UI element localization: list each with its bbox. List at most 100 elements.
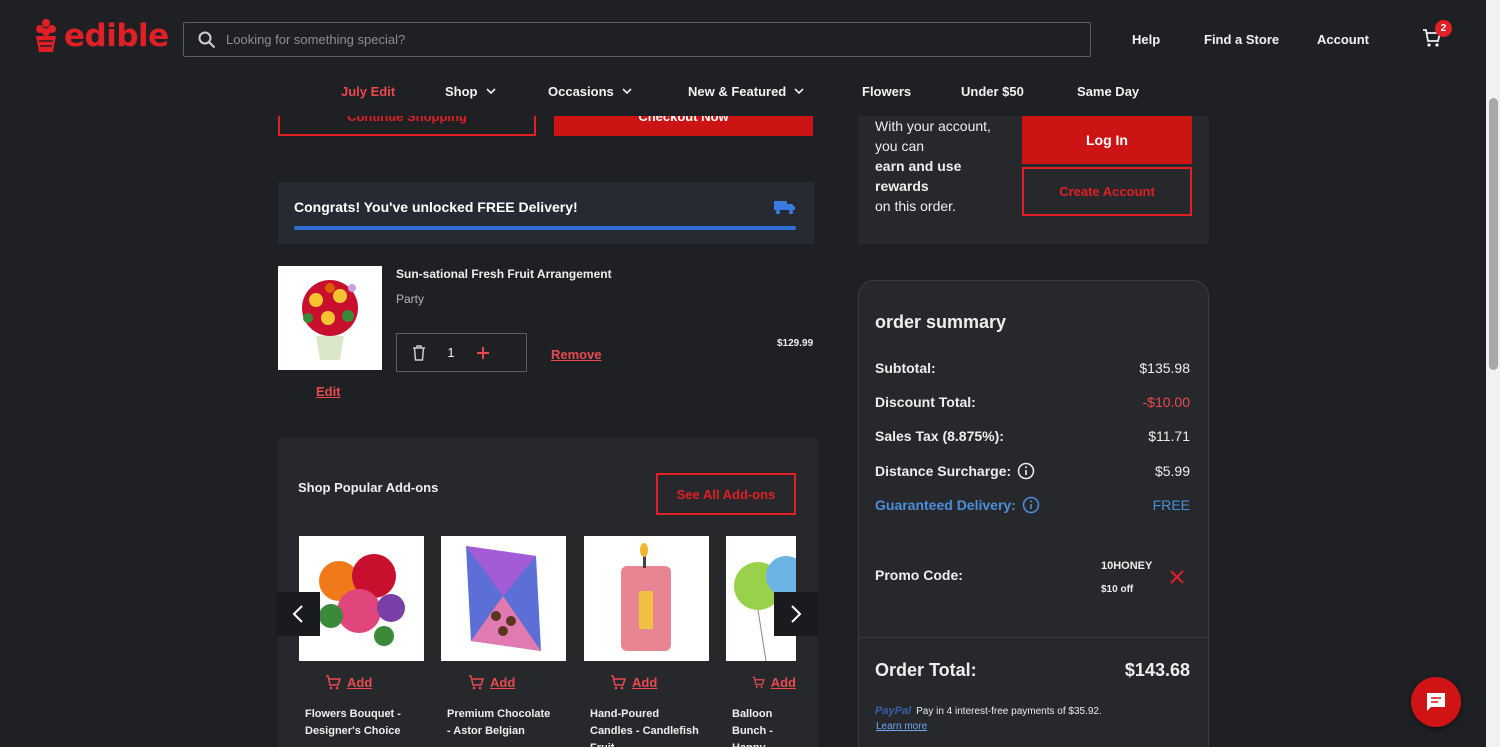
paypal-message: PayPal Pay in 4 interest-free payments o… (875, 705, 1102, 717)
carousel-prev-button[interactable] (276, 592, 320, 636)
trash-icon (413, 344, 425, 361)
account-prompt-text: With your account, you can earn and use … (875, 116, 1015, 216)
nav-label: New & Featured (688, 84, 787, 99)
paypal-logo: PayPal (875, 705, 912, 717)
add-addon-button[interactable]: Add (325, 675, 372, 690)
add-addon-button[interactable]: Add (610, 675, 657, 690)
free-delivery-text: Congrats! You've unlocked FREE Delivery! (294, 199, 578, 215)
nav-same-day[interactable]: Same Day (1077, 84, 1139, 99)
order-total-label: Order Total: (875, 660, 977, 680)
paypal-text: Pay in 4 interest-free payments of $35.9… (916, 705, 1102, 717)
chat-bubble-icon (1427, 693, 1445, 711)
nav-label: July Edit (341, 84, 396, 99)
chocolate-box-image (441, 536, 566, 661)
delete-item-button[interactable] (397, 344, 441, 361)
nav-flowers[interactable]: Flowers (862, 84, 911, 99)
add-addon-button[interactable]: Add (468, 675, 515, 690)
add-label: Add (632, 675, 658, 690)
nav-occasions[interactable]: Occasions (548, 84, 632, 99)
see-all-addons-button[interactable]: See All Add-ons (656, 473, 796, 515)
addon-name: Premium Chocolate - Astor Belgian (447, 708, 551, 737)
add-to-cart-icon (752, 676, 765, 688)
product-subtitle: Party (396, 292, 425, 306)
help-link[interactable]: Help (1132, 32, 1160, 47)
discount-label: Discount Total: (875, 394, 976, 410)
scrollbar-thumb[interactable] (1489, 98, 1498, 370)
nav-shop[interactable]: Shop (445, 84, 496, 99)
delivery-progress-bar (294, 226, 796, 230)
guaranteed-label: Guaranteed Delivery: (875, 497, 1016, 513)
surcharge-label: Distance Surcharge: (875, 463, 1012, 479)
search-icon (198, 31, 216, 48)
nav-under-50[interactable]: Under $50 (961, 84, 1024, 99)
nav-label: Shop (445, 84, 478, 99)
surcharge-row-label: Distance Surcharge: (875, 462, 1035, 480)
info-icon[interactable] (1022, 496, 1040, 514)
nav-label: Under $50 (961, 84, 1024, 99)
divider (858, 637, 1209, 638)
account-prompt-line1: With your account, you can (875, 118, 991, 154)
edit-item-link[interactable]: Edit (316, 384, 341, 399)
account-link[interactable]: Account (1317, 32, 1369, 47)
remove-promo-icon[interactable] (1169, 569, 1185, 585)
remove-item-link[interactable]: Remove (551, 347, 602, 362)
guaranteed-value: FREE (1152, 497, 1190, 513)
quantity-value[interactable]: 1 (441, 345, 461, 360)
fruit-arrangement-image (278, 266, 382, 370)
account-prompt-line2: on this order. (875, 198, 956, 214)
brand-logo[interactable]: edible (34, 18, 169, 54)
candle-image (584, 536, 709, 661)
order-total-value: $143.68 (1124, 660, 1190, 680)
add-label: Add (770, 675, 796, 690)
site-header: edible Help Find a Store Account 2 July … (0, 0, 1486, 116)
add-to-cart-icon (611, 675, 626, 690)
account-prompt-bold: earn and use rewards (875, 158, 962, 194)
surcharge-value: $5.99 (1154, 463, 1190, 479)
nav-new-featured[interactable]: New & Featured (688, 84, 804, 99)
login-button[interactable]: Log In (1022, 116, 1192, 164)
subtotal-label: Subtotal: (875, 360, 936, 376)
promo-label: Promo Code: (875, 567, 963, 583)
delivery-truck-icon (774, 201, 795, 215)
search-input[interactable] (226, 32, 1026, 47)
info-icon[interactable] (1017, 462, 1035, 480)
guaranteed-row-label: Guaranteed Delivery: (875, 496, 1040, 514)
subtotal-value: $135.98 (1139, 360, 1190, 376)
search-bar[interactable] (183, 22, 1091, 57)
quantity-stepper: 1 (396, 333, 527, 372)
cart-button[interactable]: 2 (1422, 20, 1452, 53)
fruit-basket-icon (36, 19, 56, 52)
carousel-next-button[interactable] (774, 592, 818, 636)
promo-desc: $10 off (1101, 584, 1134, 595)
addon-name: Balloon Bunch - Happy Birthday (732, 708, 773, 747)
brand-name: edible (64, 18, 169, 54)
chevron-right-icon (791, 605, 802, 623)
tax-value: $11.71 (1148, 428, 1190, 444)
increase-quantity-button[interactable] (461, 346, 505, 360)
free-delivery-banner: Congrats! You've unlocked FREE Delivery! (278, 182, 814, 244)
tax-label: Sales Tax (8.875%): (875, 428, 1004, 444)
nav-label: Same Day (1077, 84, 1140, 99)
chevron-down-icon (485, 88, 496, 95)
product-name: Sun-sational Fresh Fruit Arrangement (396, 267, 612, 281)
addon-name: Hand-Poured Candles - Candlefish Fruit (590, 708, 699, 747)
addon-card-image[interactable] (584, 536, 709, 661)
chat-button[interactable] (1411, 677, 1461, 727)
add-addon-button[interactable]: Add (752, 675, 796, 690)
add-to-cart-icon (469, 675, 484, 690)
add-label: Add (347, 675, 373, 690)
addon-card-image[interactable] (441, 536, 566, 661)
discount-value: -$10.00 (1142, 394, 1190, 410)
addon-name: Flowers Bouquet - Designer's Choice (305, 708, 401, 737)
addons-title: Shop Popular Add-ons (298, 480, 439, 495)
product-image[interactable] (278, 266, 382, 370)
add-label: Add (490, 675, 516, 690)
find-store-link[interactable]: Find a Store (1204, 32, 1279, 47)
product-price: $129.99 (777, 338, 814, 349)
chevron-down-icon (622, 88, 632, 95)
promo-code: 10HONEY (1101, 560, 1153, 572)
cart-count-badge: 2 (1435, 20, 1452, 37)
paypal-learn-more-link[interactable]: Learn more (876, 721, 927, 732)
create-account-button[interactable]: Create Account (1022, 167, 1192, 216)
nav-july-edit[interactable]: July Edit (341, 84, 395, 99)
